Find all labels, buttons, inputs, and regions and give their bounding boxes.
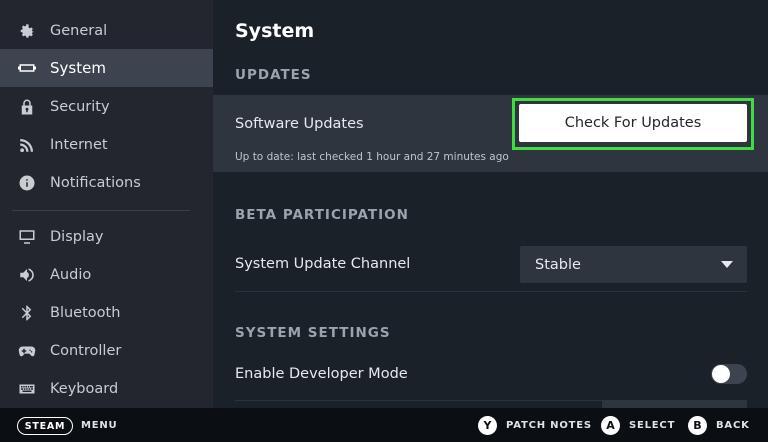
update-status-text: Up to date: last checked 1 hour and 27 m…: [235, 151, 509, 163]
a-button-icon[interactable]: A: [601, 416, 620, 435]
partial-control[interactable]: [602, 400, 747, 408]
sidebar-item-controller[interactable]: Controller: [0, 332, 213, 370]
y-button-icon[interactable]: Y: [478, 416, 497, 435]
back-label: BACK: [716, 420, 750, 431]
wifi-icon: [15, 135, 39, 155]
sidebar-item-internet[interactable]: Internet: [0, 126, 213, 164]
sidebar-item-label: Bluetooth: [50, 305, 121, 321]
sidebar-divider: [12, 210, 190, 211]
lock-icon: [15, 97, 39, 117]
sidebar: General System Security Internet Notific…: [0, 0, 213, 408]
sidebar-item-label: Internet: [50, 137, 108, 153]
patch-notes-label: PATCH NOTES: [506, 420, 592, 431]
sidebar-item-keyboard[interactable]: Keyboard: [0, 370, 213, 408]
sidebar-item-label: Controller: [50, 343, 122, 359]
update-channel-value: Stable: [535, 256, 581, 273]
sidebar-item-system[interactable]: System: [0, 49, 213, 87]
sidebar-item-label: General: [50, 23, 108, 39]
chevron-down-icon: [721, 261, 733, 268]
bluetooth-icon: [15, 303, 39, 323]
section-heading-beta: BETA PARTICIPATION: [235, 207, 409, 223]
sidebar-item-label: System: [50, 59, 106, 77]
keyboard-icon: [15, 379, 39, 399]
section-heading-system-settings: SYSTEM SETTINGS: [235, 325, 391, 341]
sidebar-item-security[interactable]: Security: [0, 88, 213, 126]
section-heading-updates: UPDATES: [235, 67, 312, 83]
sidebar-item-label: Notifications: [50, 175, 141, 191]
sidebar-item-label: Security: [50, 99, 110, 115]
gamepad-icon: [15, 341, 39, 361]
update-channel-label: System Update Channel: [235, 256, 411, 272]
developer-mode-label: Enable Developer Mode: [235, 366, 408, 382]
steam-button[interactable]: STEAM: [17, 417, 73, 435]
select-label: SELECT: [629, 420, 676, 431]
system-icon: [15, 58, 39, 78]
sidebar-item-display[interactable]: Display: [0, 218, 213, 256]
sidebar-item-audio[interactable]: Audio: [0, 256, 213, 294]
monitor-icon: [15, 227, 39, 247]
page-title: System: [235, 20, 315, 42]
row-divider: [235, 291, 747, 292]
sidebar-item-notifications[interactable]: Notifications: [0, 164, 213, 202]
menu-label: MENU: [81, 420, 118, 431]
update-channel-dropdown[interactable]: Stable: [520, 246, 747, 283]
sidebar-item-bluetooth[interactable]: Bluetooth: [0, 294, 213, 332]
developer-mode-toggle[interactable]: [711, 364, 747, 384]
gear-icon: [15, 21, 39, 41]
speaker-icon: [15, 265, 39, 285]
sidebar-item-general[interactable]: General: [0, 12, 213, 50]
sidebar-item-label: Keyboard: [50, 381, 119, 397]
b-button-icon[interactable]: B: [688, 416, 707, 435]
toggle-knob: [712, 365, 730, 383]
info-icon: [15, 173, 39, 193]
footer-bar: STEAM MENU Y PATCH NOTES A SELECT B BACK: [0, 408, 768, 442]
check-for-updates-button[interactable]: Check For Updates: [519, 104, 747, 142]
main-panel: System UPDATES Software Updates Up to da…: [213, 0, 768, 408]
sidebar-item-label: Display: [50, 229, 104, 245]
software-updates-label: Software Updates: [235, 116, 364, 132]
sidebar-item-label: Audio: [50, 267, 92, 283]
